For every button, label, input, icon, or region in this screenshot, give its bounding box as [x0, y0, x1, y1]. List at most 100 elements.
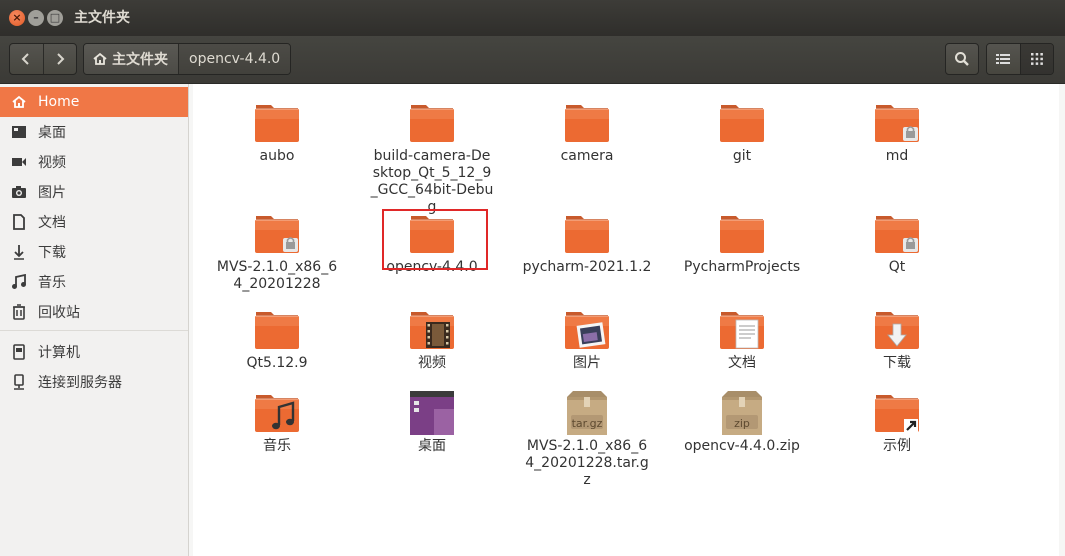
sidebar-item-label: 下载: [38, 245, 66, 261]
grid-view-button[interactable]: [1020, 44, 1053, 74]
file-name-label: md: [885, 148, 909, 164]
file-item[interactable]: tar.gz MVS-2.1.0_x86_64_20201228.tar.gz: [517, 389, 657, 489]
sidebar-item-home[interactable]: Home: [0, 87, 188, 117]
back-button[interactable]: [10, 44, 44, 74]
file-item[interactable]: Qt5.12.9: [207, 306, 347, 372]
tar-archive-icon: tar.gz: [563, 389, 611, 437]
trash-icon: [11, 304, 27, 320]
file-item[interactable]: 视频: [362, 306, 502, 372]
file-name-label: 文档: [728, 355, 756, 371]
sidebar-item-desktop[interactable]: 桌面: [0, 117, 188, 147]
server-icon: [11, 374, 27, 390]
folder-icon: [253, 306, 301, 354]
sidebar-item-music[interactable]: 音乐: [0, 267, 188, 297]
sidebar-item-label: 计算机: [38, 345, 80, 361]
sidebar-item-label: 连接到服务器: [38, 375, 122, 391]
home-icon: [11, 94, 27, 110]
file-item[interactable]: git: [672, 99, 812, 165]
file-name-label: 视频: [418, 355, 446, 371]
folder-link-icon: [873, 389, 921, 437]
file-item[interactable]: 图片: [517, 306, 657, 372]
sidebar-item-trash[interactable]: 回收站: [0, 297, 188, 327]
sidebar-item-documents[interactable]: 文档: [0, 207, 188, 237]
file-name-label: MVS-2.1.0_x86_64_20201228.tar.gz: [525, 438, 649, 488]
file-manager-window: × – □ 主文件夹 主文件夹 opencv-4.4.0 Home 桌面 视频 …: [0, 0, 1065, 556]
sidebar-item-computer[interactable]: 计算机: [0, 337, 188, 367]
folder-documents-icon: [718, 306, 766, 354]
file-item[interactable]: camera: [517, 99, 657, 165]
file-item[interactable]: aubo: [207, 99, 347, 165]
sidebar-item-pictures[interactable]: 图片: [0, 177, 188, 207]
search-button[interactable]: [945, 43, 979, 75]
file-item[interactable]: 下载: [827, 306, 967, 372]
file-name-label: 下载: [883, 355, 911, 371]
folder-icon: [718, 99, 766, 147]
title-bar: × – □ 主文件夹: [0, 0, 1065, 36]
list-view-icon: [996, 54, 1011, 64]
breadcrumb-current[interactable]: opencv-4.4.0: [179, 44, 291, 74]
sidebar-item-label: 桌面: [38, 125, 66, 141]
file-item[interactable]: Qt: [827, 210, 967, 276]
chevron-right-icon: [57, 53, 65, 65]
download-icon: [11, 244, 27, 260]
folder-icon: [718, 210, 766, 258]
folder-icon: [253, 99, 301, 147]
breadcrumb-home-label: 主文件夹: [112, 52, 168, 68]
file-name-label: pycharm-2021.1.2: [522, 259, 652, 275]
breadcrumb: 主文件夹 opencv-4.4.0: [83, 43, 292, 75]
file-item[interactable]: 桌面: [362, 389, 502, 455]
file-item[interactable]: md: [827, 99, 967, 165]
file-item[interactable]: 示例: [827, 389, 967, 455]
sidebar-item-videos[interactable]: 视频: [0, 147, 188, 177]
minimize-window-button[interactable]: –: [28, 10, 44, 26]
sidebar-item-connect-server[interactable]: 连接到服务器: [0, 367, 188, 397]
document-icon: [11, 214, 27, 230]
folder-locked-icon: [873, 99, 921, 147]
file-item[interactable]: PycharmProjects: [672, 210, 812, 276]
toolbar: 主文件夹 opencv-4.4.0: [0, 36, 1065, 84]
sidebar-item-downloads[interactable]: 下载: [0, 237, 188, 267]
folder-locked-icon: [253, 210, 301, 258]
file-item[interactable]: build-camera-Desktop_Qt_5_12_9_GCC_64bit…: [362, 99, 502, 216]
forward-button[interactable]: [44, 44, 77, 74]
sidebar-item-label: 文档: [38, 215, 66, 231]
file-item[interactable]: zip opencv-4.4.0.zip: [672, 389, 812, 455]
sidebar-item-label: 图片: [38, 185, 66, 201]
file-name-label: git: [732, 148, 752, 164]
folder-music-icon: [253, 389, 301, 437]
view-mode-switch: [986, 43, 1054, 75]
desktop-folder-icon: [408, 389, 456, 437]
folder-pictures-icon: [563, 306, 611, 354]
close-window-button[interactable]: ×: [9, 10, 25, 26]
file-item[interactable]: 文档: [672, 306, 812, 372]
music-icon: [11, 274, 27, 290]
file-name-label: opencv-4.4.0.zip: [684, 438, 800, 454]
video-icon: [11, 154, 27, 170]
list-view-button[interactable]: [987, 44, 1021, 74]
file-name-label: aubo: [259, 148, 295, 164]
file-item[interactable]: 音乐: [207, 389, 347, 455]
file-name-label: Qt: [888, 259, 906, 275]
file-name-label: camera: [560, 148, 614, 164]
file-name-label: build-camera-Desktop_Qt_5_12_9_GCC_64bit…: [370, 148, 494, 215]
file-item[interactable]: pycharm-2021.1.2: [517, 210, 657, 276]
sidebar-item-label: Home: [38, 94, 80, 110]
file-item[interactable]: MVS-2.1.0_x86_64_20201228: [207, 210, 347, 293]
selection-highlight-box: [382, 209, 488, 270]
maximize-window-button[interactable]: □: [47, 10, 63, 26]
file-name-label: 桌面: [418, 438, 446, 454]
file-name-label: 图片: [573, 355, 601, 371]
folder-icon: [563, 210, 611, 258]
history-nav: [9, 43, 77, 75]
scrollbar-track[interactable]: [1059, 84, 1065, 556]
archive-type-badge: zip: [734, 417, 750, 430]
home-icon: [93, 52, 107, 65]
chevron-left-icon: [21, 53, 29, 65]
places-sidebar: Home 桌面 视频 图片 文档 下载 音乐 回收站 计算机 连接到服务器: [0, 84, 189, 556]
folder-video-icon: [408, 306, 456, 354]
file-name-label: MVS-2.1.0_x86_64_20201228: [216, 259, 338, 292]
folder-download-icon: [873, 306, 921, 354]
archive-type-badge: tar.gz: [571, 417, 603, 430]
desktop-icon: [11, 124, 27, 140]
breadcrumb-home[interactable]: 主文件夹: [84, 44, 179, 74]
